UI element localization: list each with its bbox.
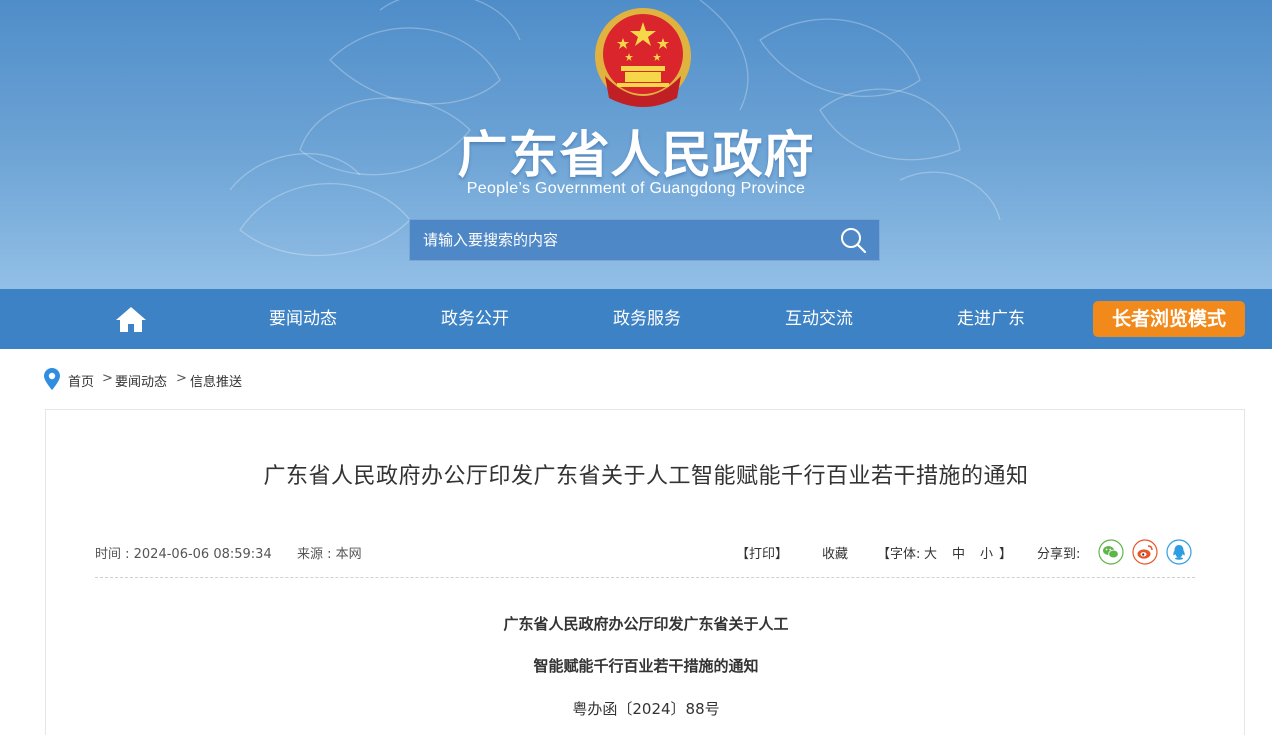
document-heading-line-1: 广东省人民政府办公厅印发广东省关于人工 bbox=[503, 615, 789, 633]
font-size-medium[interactable]: 中 bbox=[952, 543, 965, 562]
document-heading-line-2: 智能赋能千行百业若干措施的通知 bbox=[533, 657, 759, 675]
breadcrumb-home[interactable]: 首页 bbox=[68, 371, 94, 390]
site-title: 广东省人民政府 bbox=[457, 126, 815, 184]
site-subtitle: People’s Government of Guangdong Provinc… bbox=[466, 180, 806, 197]
weibo-icon[interactable] bbox=[1132, 539, 1158, 565]
breadcrumb-separator: > bbox=[176, 371, 187, 386]
font-size-large[interactable]: 大 bbox=[924, 543, 937, 562]
nav-item-gov-services[interactable]: 政务服务 bbox=[587, 289, 707, 349]
search-box bbox=[409, 219, 880, 261]
document-number: 粤办函〔2024〕88号 bbox=[572, 700, 720, 718]
breadcrumb-separator: > bbox=[102, 371, 113, 386]
article-source: 来源 : 本网 bbox=[297, 547, 362, 562]
font-size-label: 【字体: bbox=[877, 547, 921, 562]
share-label: 分享到: bbox=[1037, 547, 1081, 562]
qq-icon[interactable] bbox=[1166, 539, 1192, 565]
publish-time: 时间 : 2024-06-06 08:59:34 bbox=[95, 547, 272, 562]
search-icon[interactable] bbox=[839, 226, 869, 254]
national-emblem-icon bbox=[595, 8, 691, 107]
elder-mode-button[interactable]: 长者浏览模式 bbox=[1093, 301, 1245, 337]
print-button[interactable]: 【打印】 bbox=[736, 543, 788, 562]
breadcrumb-info-push[interactable]: 信息推送 bbox=[190, 371, 242, 390]
location-pin-icon bbox=[44, 368, 60, 390]
font-size-bracket: 】 bbox=[999, 547, 1013, 562]
article-title: 广东省人民政府办公厅印发广东省关于人工智能赋能千行百业若干措施的通知 bbox=[263, 464, 1029, 489]
home-icon[interactable] bbox=[115, 305, 147, 333]
main-nav: 要闻动态 政务公开 政务服务 互动交流 走进广东 bbox=[0, 289, 1272, 349]
nav-item-about-guangdong[interactable]: 走进广东 bbox=[931, 289, 1051, 349]
site-header: 广东省人民政府 People’s Government of Guangdong… bbox=[0, 0, 1272, 289]
meta-divider bbox=[95, 577, 1195, 578]
nav-item-news[interactable]: 要闻动态 bbox=[243, 289, 363, 349]
nav-item-interaction[interactable]: 互动交流 bbox=[759, 289, 879, 349]
favorite-button[interactable]: 收藏 bbox=[822, 543, 848, 562]
wechat-icon[interactable] bbox=[1098, 539, 1124, 565]
font-size-small[interactable]: 小 bbox=[980, 543, 993, 562]
search-input[interactable] bbox=[410, 220, 820, 260]
nav-item-gov-affairs-open[interactable]: 政务公开 bbox=[415, 289, 535, 349]
article-card: 广东省人民政府办公厅印发广东省关于人工智能赋能千行百业若干措施的通知 时间 : … bbox=[45, 409, 1245, 735]
breadcrumb-news[interactable]: 要闻动态 bbox=[115, 371, 167, 390]
